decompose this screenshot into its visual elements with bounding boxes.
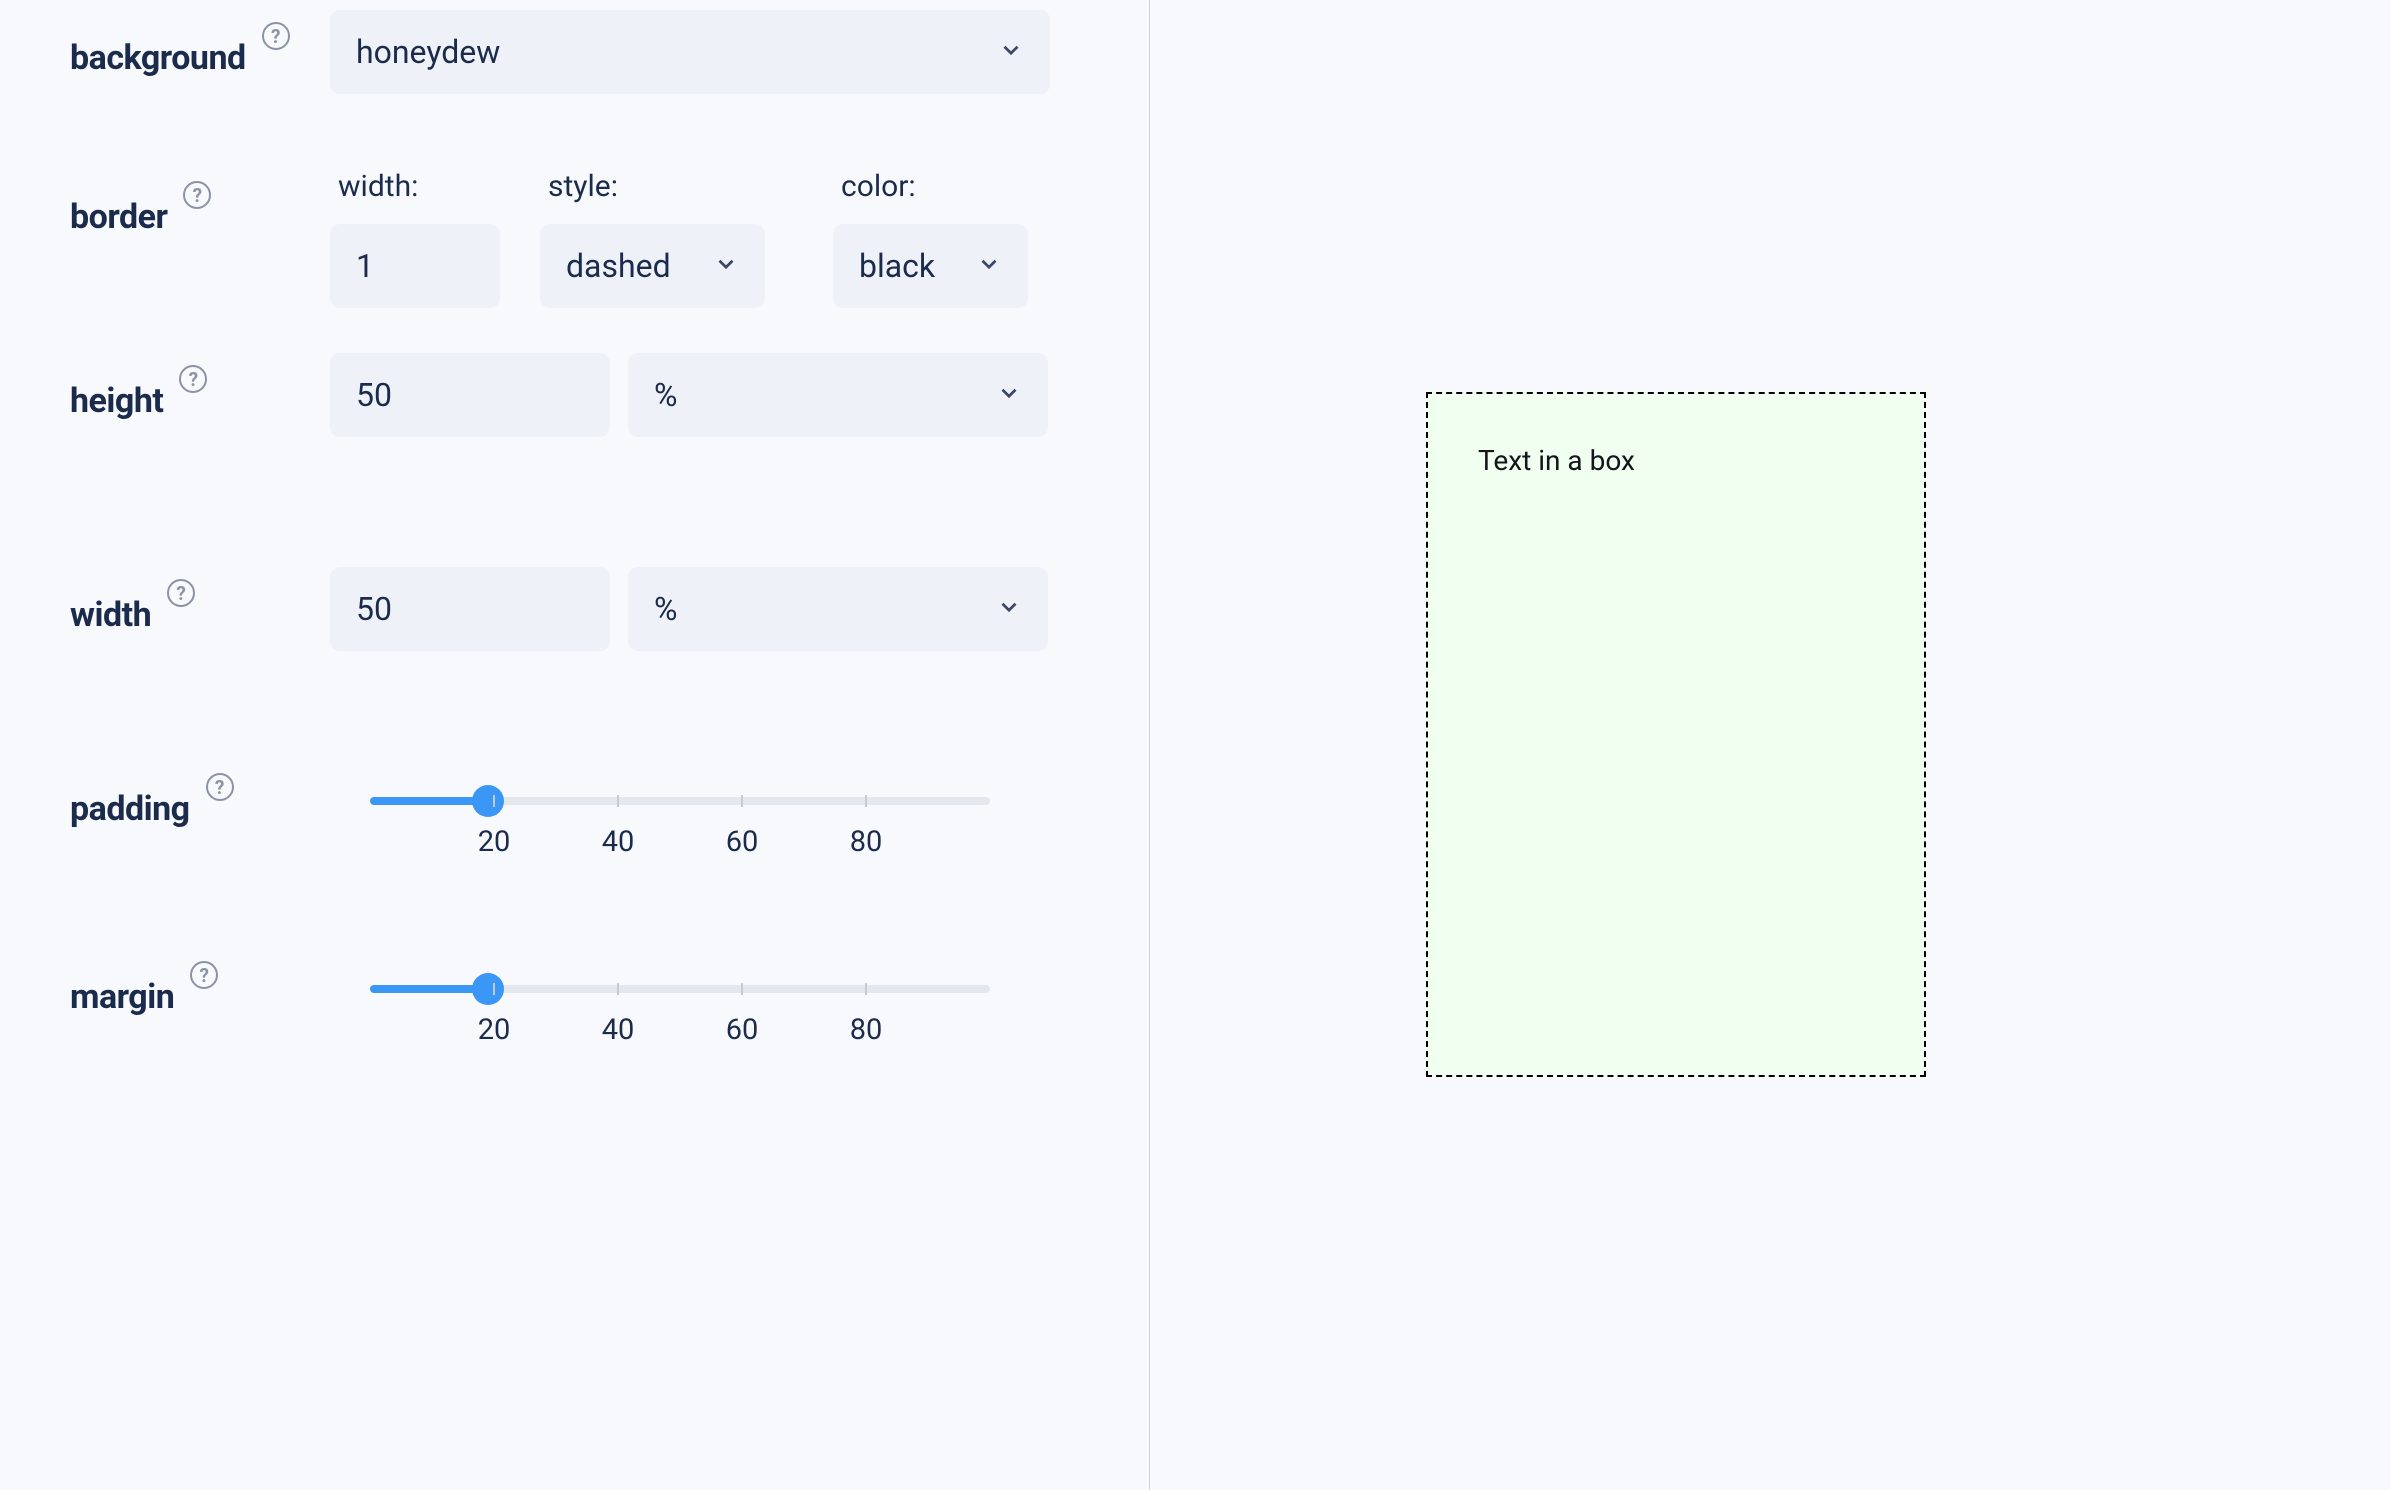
border-style-value: dashed: [566, 247, 671, 285]
padding-label: padding: [70, 789, 190, 829]
border-style-select[interactable]: dashed: [540, 224, 765, 308]
padding-slider-thumb[interactable]: [472, 785, 504, 817]
width-input[interactable]: [330, 567, 610, 651]
border-style-sublabel: style:: [540, 169, 765, 204]
border-row: border ? width: style: dashed: [70, 169, 1079, 308]
margin-label: margin: [70, 977, 174, 1017]
tick-label: 40: [602, 825, 635, 859]
border-width-sublabel: width:: [330, 169, 500, 204]
tick-label: 80: [850, 825, 883, 859]
preview-box: Text in a box: [1426, 392, 1926, 1077]
background-label: background: [70, 38, 246, 78]
width-unit-select[interactable]: %: [628, 567, 1048, 651]
tick-label: 40: [602, 1013, 635, 1047]
tick-label: 20: [478, 1013, 511, 1047]
help-icon[interactable]: ?: [206, 773, 234, 801]
margin-row: margin ? 20 40 60 80: [70, 949, 1079, 1017]
padding-slider[interactable]: [370, 797, 990, 805]
help-icon[interactable]: ?: [183, 181, 211, 209]
background-select[interactable]: honeydew: [330, 10, 1050, 94]
background-row: background ? honeydew: [70, 10, 1079, 94]
height-unit-value: %: [654, 376, 677, 414]
width-value[interactable]: [356, 590, 584, 628]
margin-slider-thumb[interactable]: [472, 973, 504, 1005]
height-unit-select[interactable]: %: [628, 353, 1048, 437]
border-width-input[interactable]: [330, 224, 500, 308]
chevron-down-icon: [996, 590, 1022, 628]
width-unit-value: %: [654, 590, 677, 628]
help-icon[interactable]: ?: [179, 365, 207, 393]
chevron-down-icon: [976, 247, 1002, 285]
tick-label: 80: [850, 1013, 883, 1047]
controls-panel: background ? honeydew border ? width: [0, 0, 1150, 1490]
help-icon[interactable]: ?: [190, 961, 218, 989]
height-row: height ? %: [70, 353, 1079, 437]
help-icon[interactable]: ?: [167, 579, 195, 607]
margin-slider[interactable]: [370, 985, 990, 993]
border-color-select[interactable]: black: [833, 224, 1028, 308]
help-icon[interactable]: ?: [262, 22, 290, 50]
height-label: height: [70, 381, 163, 421]
tick-label: 60: [726, 825, 759, 859]
height-value[interactable]: [356, 376, 584, 414]
background-select-value: honeydew: [356, 33, 500, 71]
chevron-down-icon: [713, 247, 739, 285]
width-row: width ? %: [70, 567, 1079, 651]
border-color-sublabel: color:: [833, 169, 1028, 204]
tick-label: 20: [478, 825, 511, 859]
height-input[interactable]: [330, 353, 610, 437]
tick-label: 60: [726, 1013, 759, 1047]
preview-text: Text in a box: [1478, 444, 1635, 477]
border-label: border: [70, 197, 167, 237]
margin-slider-fill: [370, 985, 488, 993]
border-width-value[interactable]: [356, 247, 474, 285]
chevron-down-icon: [998, 33, 1024, 71]
padding-row: padding ? 20 40 60 80: [70, 761, 1079, 829]
preview-panel: Text in a box: [1150, 0, 2390, 1490]
border-color-value: black: [859, 247, 935, 285]
width-label: width: [70, 595, 151, 635]
chevron-down-icon: [996, 376, 1022, 414]
padding-slider-fill: [370, 797, 488, 805]
